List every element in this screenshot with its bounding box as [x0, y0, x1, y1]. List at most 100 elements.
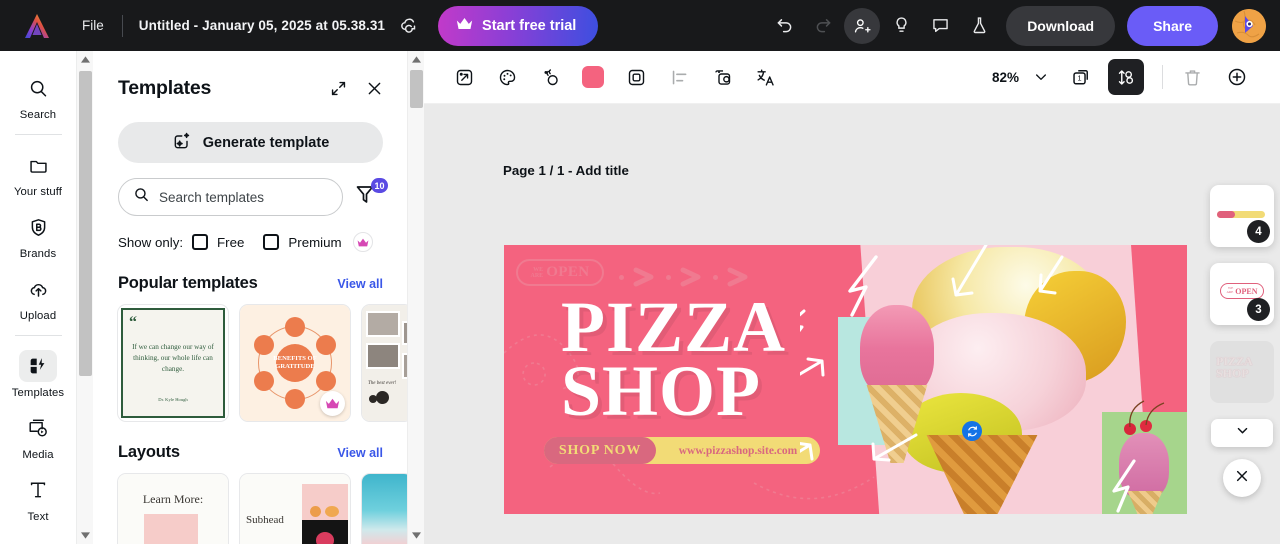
filter-button[interactable]: 10: [353, 178, 388, 212]
trash-icon[interactable]: [1174, 59, 1210, 95]
sidebar-item-templates[interactable]: Templates: [6, 343, 70, 405]
translate-icon[interactable]: [747, 59, 783, 95]
page-title-label[interactable]: Page 1 / 1 - Add title: [503, 163, 629, 178]
checkbox-premium[interactable]: [263, 234, 280, 250]
document-title[interactable]: Untitled - January 05, 2025 at 05.38.31: [139, 18, 385, 33]
align-icon[interactable]: [661, 59, 697, 95]
layout-card-learn-more[interactable]: Learn More:: [118, 474, 228, 544]
panel-scrollbar-thumb[interactable]: [410, 70, 423, 108]
sidebar-label: Your stuff: [13, 186, 63, 198]
design-canvas[interactable]: WE ARE OPEN PIZZA SHOP SHOP NOW www.pizz…: [504, 245, 1187, 514]
rail-scrollbar-thumb[interactable]: [79, 71, 92, 376]
page-card-4[interactable]: 4: [1210, 185, 1274, 247]
svg-text:1: 1: [1077, 74, 1081, 83]
sidebar-label: Upload: [19, 310, 57, 322]
checkbox-premium-label[interactable]: Premium: [288, 235, 341, 250]
lightbulb-icon[interactable]: [883, 8, 919, 44]
sidebar-item-media[interactable]: Media: [6, 405, 70, 467]
file-menu-button[interactable]: File: [74, 13, 112, 38]
text-icon: [19, 474, 57, 506]
layout-heading: Subhead: [246, 514, 284, 526]
template-card-photo-collage[interactable]: The best ever!: [362, 305, 407, 421]
undo-icon[interactable]: [766, 8, 802, 44]
rotate-handle-icon[interactable]: [962, 421, 982, 441]
search-templates-box[interactable]: [118, 178, 343, 216]
sidebar-item-upload[interactable]: Upload: [6, 266, 70, 328]
cloud-sync-icon[interactable]: [398, 15, 420, 37]
duplicate-layers-icon[interactable]: [704, 59, 740, 95]
search-row: 10: [118, 178, 388, 216]
sidebar-item-brands[interactable]: Brands: [6, 204, 70, 266]
comment-icon[interactable]: [922, 8, 958, 44]
fill-color-swatch[interactable]: [575, 59, 611, 95]
expand-diagonal-icon[interactable]: [323, 73, 353, 103]
adobe-express-logo-icon[interactable]: [22, 12, 52, 40]
sidebar-item-your-stuff[interactable]: Your stuff: [6, 142, 70, 204]
show-only-row: Show only: Free Premium: [118, 232, 383, 252]
shop-now-button[interactable]: SHOP NOW: [544, 437, 656, 464]
chevron-down-icon[interactable]: [1023, 59, 1059, 95]
scroll-up-arrow-icon[interactable]: [77, 51, 94, 68]
resize-icon[interactable]: [446, 59, 482, 95]
popular-templates-header: Popular templates View all: [118, 274, 383, 293]
headline-line-2[interactable]: SHOP: [561, 355, 761, 427]
close-icon[interactable]: [359, 73, 389, 103]
avatar[interactable]: [1232, 8, 1266, 43]
top-bar: File Untitled - January 05, 2025 at 05.3…: [0, 0, 1280, 51]
search-input[interactable]: [159, 189, 324, 205]
add-person-icon[interactable]: [844, 7, 881, 44]
page-card-pizza-shop[interactable]: PIZZA SHOP: [1210, 341, 1274, 403]
view-all-layouts[interactable]: View all: [337, 446, 383, 460]
layouts-row: Learn More: Subhead: [118, 474, 407, 544]
animate-icon[interactable]: [1108, 59, 1144, 95]
cta-pill[interactable]: SHOP NOW www.pizzashop.site.com: [544, 437, 820, 464]
templates-panel-scrollbar[interactable]: [407, 51, 424, 544]
page-number-badge: 4: [1247, 220, 1270, 243]
sidebar-label: Text: [27, 511, 49, 523]
view-all-popular-templates[interactable]: View all: [337, 277, 383, 291]
template-quote-text: If we can change our way of thinking, ou…: [132, 343, 214, 374]
sidebar-item-search[interactable]: Search: [6, 65, 70, 127]
page-card-3[interactable]: WE ARE OPEN 3: [1210, 263, 1274, 325]
canvas-area[interactable]: Page 1 / 1 - Add title WE ARE OPEN PIZZA…: [424, 104, 1280, 544]
badge-small-text: WE ARE: [530, 266, 544, 279]
scroll-up-arrow-icon[interactable]: [408, 51, 425, 68]
sidebar-label: Brands: [19, 248, 57, 260]
border-icon[interactable]: [618, 59, 654, 95]
start-free-trial-button[interactable]: Start free trial: [438, 5, 599, 46]
rail-scrollbar[interactable]: [76, 51, 93, 544]
panel-header: Templates: [94, 51, 407, 103]
generate-template-button[interactable]: Generate template: [118, 122, 383, 163]
download-button[interactable]: Download: [1006, 5, 1116, 46]
sidebar-item-text[interactable]: Text: [6, 467, 70, 529]
page-count-icon[interactable]: 1: [1063, 59, 1099, 95]
template-card-quote[interactable]: “ If we can change our way of thinking, …: [118, 305, 228, 421]
palette-icon[interactable]: [489, 59, 525, 95]
checkbox-free[interactable]: [192, 234, 209, 250]
app-root: File Untitled - January 05, 2025 at 05.3…: [0, 0, 1280, 544]
share-button[interactable]: Share: [1127, 5, 1218, 46]
redo-icon[interactable]: [805, 8, 841, 44]
we-are-open-badge: WE ARE OPEN: [516, 259, 604, 286]
zoom-level: 82%: [991, 69, 1019, 85]
effects-icon[interactable]: [532, 59, 568, 95]
checkbox-free-label[interactable]: Free: [217, 235, 244, 250]
layout-card-subhead[interactable]: Subhead: [240, 474, 350, 544]
trial-label: Start free trial: [482, 17, 577, 34]
scroll-down-arrow-icon[interactable]: [77, 527, 94, 544]
top-bar-actions: Download Share: [766, 5, 1280, 46]
upload-cloud-icon: [19, 273, 57, 305]
page-title: Templates: [118, 76, 212, 99]
flask-icon[interactable]: [961, 8, 997, 44]
search-icon: [19, 72, 57, 104]
close-pages-button[interactable]: [1223, 459, 1261, 497]
top-bar-divider: [121, 14, 123, 37]
scroll-down-arrow-icon[interactable]: [408, 527, 425, 544]
media-icon: [19, 412, 57, 444]
layout-card-ocean[interactable]: [362, 474, 407, 544]
expand-pages-button[interactable]: [1211, 419, 1273, 447]
premium-crown-icon: [320, 391, 345, 416]
template-card-gratitude[interactable]: BENEFITS OF GRATITUDE: [240, 305, 350, 421]
search-icon: [133, 186, 150, 208]
plus-circle-icon[interactable]: [1219, 59, 1255, 95]
